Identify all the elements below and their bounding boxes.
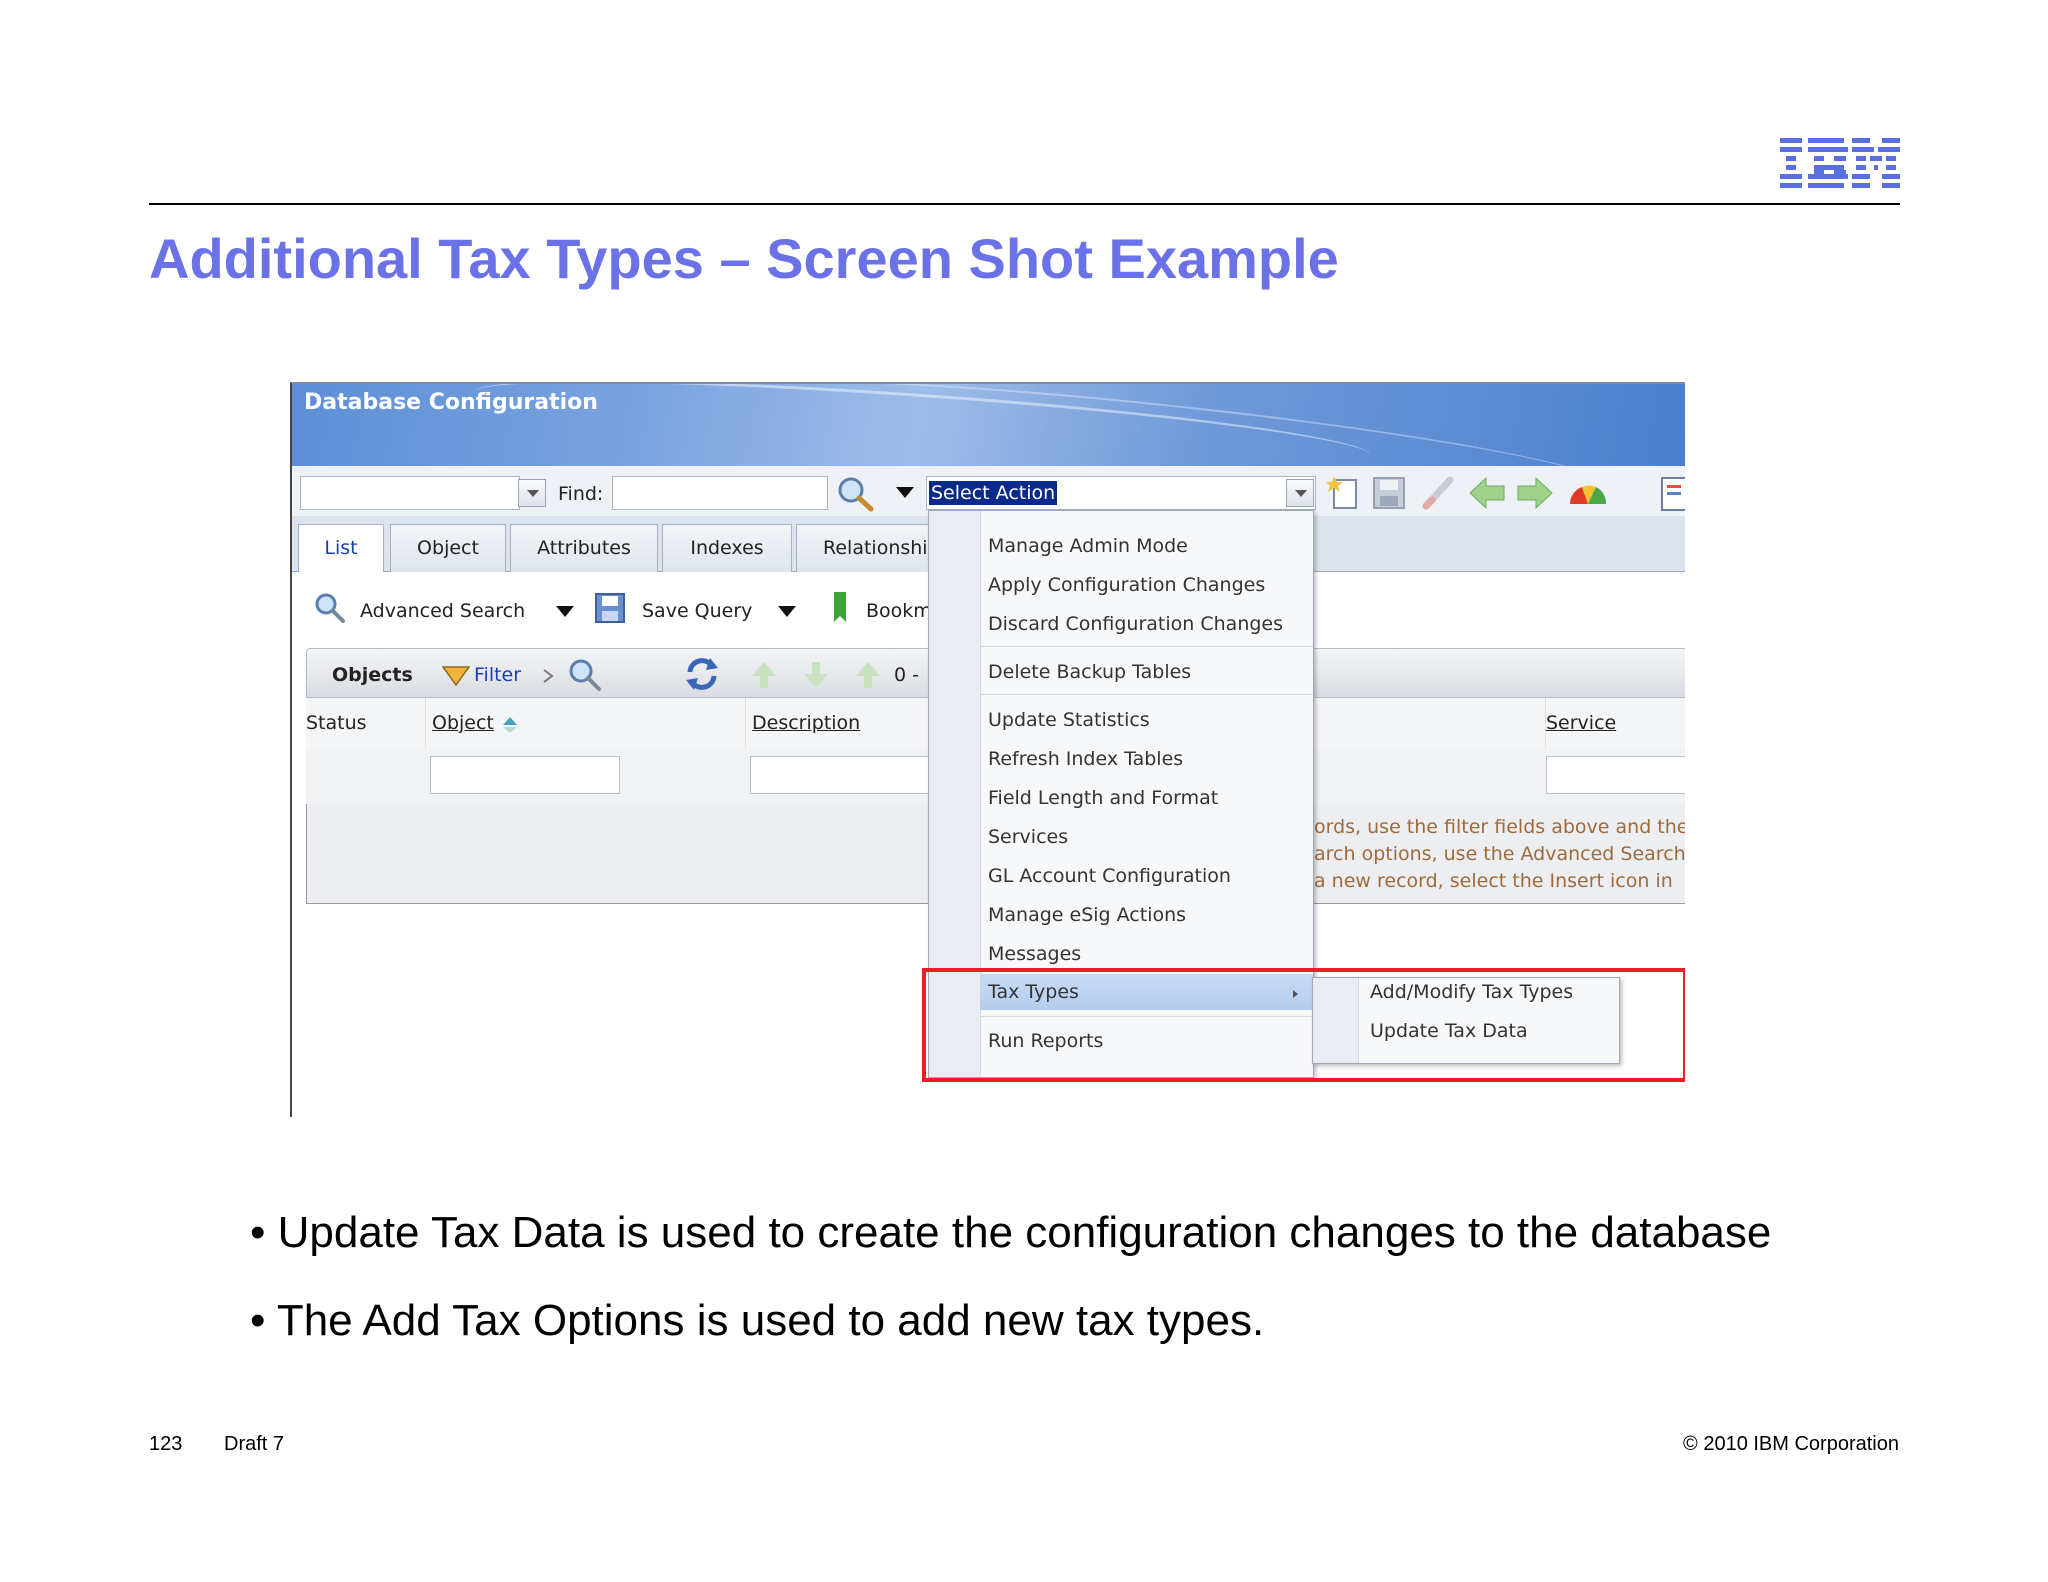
description-filter-input[interactable]: [750, 756, 950, 794]
description-column-sort-link[interactable]: Description: [752, 712, 860, 734]
menu-item-update-statistics[interactable]: Update Statistics: [988, 709, 1150, 731]
object-column-sort-link[interactable]: Object: [432, 712, 494, 734]
bullet-update-tax-data: • Update Tax Data is used to create the …: [250, 1208, 1772, 1257]
menu-separator: [980, 694, 1313, 695]
filter-icon[interactable]: [442, 666, 470, 686]
copyright: © 2010 IBM Corporation: [1683, 1433, 1899, 1455]
menu-item-gl-account-configuration[interactable]: GL Account Configuration: [988, 865, 1231, 887]
sort-ascending-icon[interactable]: [502, 716, 518, 734]
tab-indexes[interactable]: Indexes: [662, 524, 792, 572]
find-label: Find:: [558, 483, 604, 505]
menu-item-delete-backup-tables[interactable]: Delete Backup Tables: [988, 661, 1191, 683]
previous-page-icon[interactable]: [854, 660, 882, 690]
empty-list-hint-line-3: a new record, select the Insert icon in: [1314, 870, 1673, 892]
menu-item-messages[interactable]: Messages: [988, 943, 1081, 965]
clear-icon[interactable]: [1420, 476, 1456, 510]
menu-item-refresh-index-tables[interactable]: Refresh Index Tables: [988, 748, 1183, 770]
empty-list-hint-line-1: ords, use the filter fields above and th…: [1314, 816, 1685, 838]
empty-list-hint-line-2: arch options, use the Advanced Search: [1314, 843, 1685, 865]
menu-item-services[interactable]: Services: [988, 826, 1068, 848]
tab-attributes[interactable]: Attributes: [510, 524, 658, 572]
bullet-add-tax-options: • The Add Tax Options is used to add new…: [250, 1296, 1265, 1345]
expand-chevron-right-icon[interactable]: [542, 668, 554, 684]
slide-title: Additional Tax Types – Screen Shot Examp…: [149, 227, 1339, 290]
bookmark-icon: [834, 592, 846, 622]
tab-list[interactable]: List: [298, 524, 384, 574]
tab-object[interactable]: Object: [390, 524, 506, 572]
draft-label: Draft 7: [224, 1433, 285, 1455]
service-filter-input[interactable]: [1546, 756, 1685, 794]
new-record-icon[interactable]: [1326, 474, 1362, 512]
query-select[interactable]: [300, 476, 520, 510]
save-icon[interactable]: [1372, 476, 1406, 510]
save-query-button[interactable]: Save Query: [642, 600, 752, 622]
header-rule: [149, 203, 1900, 205]
highlight-box: [922, 968, 1685, 1082]
select-action-dropdown[interactable]: Select Action: [926, 476, 1316, 510]
last-page-icon[interactable]: [802, 660, 830, 690]
advanced-search-icon: [315, 593, 345, 623]
app-screenshot: Database Configuration Find: Select Acti…: [290, 382, 1685, 1117]
save-query-icon: [595, 593, 625, 623]
first-page-icon[interactable]: [750, 660, 778, 690]
menu-item-manage-admin-mode[interactable]: Manage Admin Mode: [988, 535, 1188, 557]
object-filter-input[interactable]: [430, 756, 620, 794]
menu-separator: [980, 646, 1313, 647]
tab-relationship[interactable]: Relationship: [796, 524, 936, 572]
status-column-label: Status: [306, 712, 367, 734]
menu-item-field-length-and-format[interactable]: Field Length and Format: [988, 787, 1218, 809]
app-title: Database Configuration: [304, 390, 598, 415]
menu-item-apply-configuration-changes[interactable]: Apply Configuration Changes: [988, 574, 1265, 596]
select-action-dropdown-button[interactable]: [1286, 479, 1314, 507]
service-column-sort-link[interactable]: Service: [1546, 712, 1616, 734]
previous-arrow-icon[interactable]: [1468, 476, 1506, 510]
query-dropdown-button[interactable]: [518, 479, 546, 507]
objects-label: Objects: [332, 664, 413, 686]
record-range: 0 -: [894, 664, 919, 686]
find-objects-search-icon[interactable]: [568, 658, 602, 692]
ibm-logo: [1780, 138, 1900, 188]
bookmarks-button[interactable]: Bookm: [866, 600, 932, 622]
search-options-chevron-down-icon[interactable]: [896, 487, 914, 499]
page-number: 123: [149, 1433, 183, 1455]
report-icon[interactable]: [1660, 476, 1685, 512]
refresh-icon[interactable]: [684, 656, 720, 692]
advanced-search-button[interactable]: Advanced Search: [360, 600, 525, 622]
gauge-icon[interactable]: [1568, 478, 1608, 508]
select-action-value: Select Action: [929, 481, 1058, 505]
advanced-search-chevron-down-icon[interactable]: [556, 606, 574, 618]
menu-item-manage-esig-actions[interactable]: Manage eSig Actions: [988, 904, 1186, 926]
next-arrow-icon[interactable]: [1516, 476, 1554, 510]
menu-item-discard-configuration-changes[interactable]: Discard Configuration Changes: [988, 613, 1283, 635]
save-query-chevron-down-icon[interactable]: [778, 606, 796, 618]
search-icon[interactable]: [836, 476, 876, 512]
filter-button[interactable]: Filter: [474, 664, 521, 686]
find-input[interactable]: [612, 476, 828, 510]
